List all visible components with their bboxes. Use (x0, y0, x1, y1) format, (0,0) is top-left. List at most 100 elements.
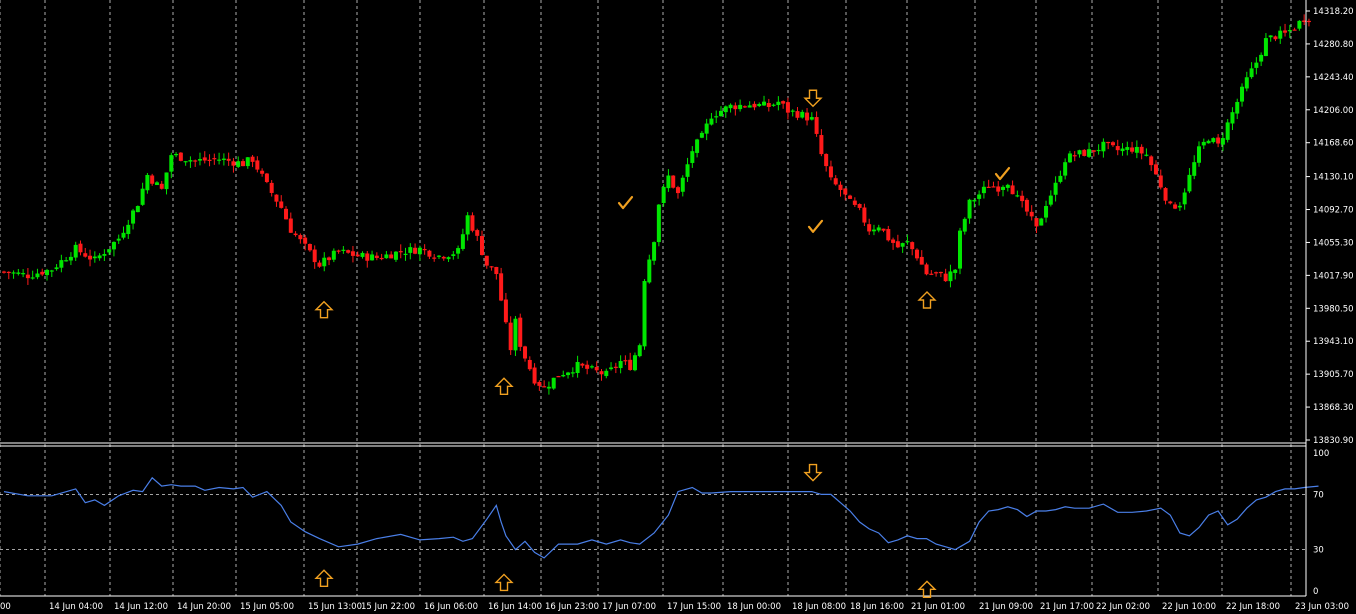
candle-up (102, 254, 107, 256)
candle-up (174, 153, 179, 156)
candle-down (226, 158, 231, 161)
candle-down (193, 160, 198, 162)
oscillator-tick-label: 100 (1313, 449, 1329, 459)
candle-down (934, 272, 939, 274)
candle-up (45, 269, 50, 276)
price-tick-label: 14280.80 (1313, 40, 1354, 50)
x-axis-label: 14 Jun 20:00 (177, 602, 231, 612)
candle-down (284, 208, 289, 220)
candle-up (747, 105, 752, 108)
candle-up (1211, 138, 1216, 143)
candle-up (972, 200, 977, 202)
price-tick-label: 14130.10 (1313, 173, 1354, 183)
candle-down (355, 254, 360, 257)
price-tick-label: 13830.90 (1313, 436, 1354, 446)
candle-down (1106, 141, 1111, 144)
candle-down (494, 266, 499, 275)
candle-down (891, 239, 896, 243)
candle-down (350, 251, 355, 256)
candle-down (207, 159, 212, 161)
x-axis-label: 15 Jun 05:00 (240, 602, 294, 612)
candle-down (867, 224, 872, 232)
candle-down (288, 218, 293, 233)
candle-up (962, 218, 967, 232)
candle-up (169, 155, 174, 172)
candle-down (374, 255, 379, 259)
candle-up (1230, 112, 1235, 124)
x-axis-label: 14 Jun 12:00 (114, 602, 168, 612)
candle-up (1120, 148, 1125, 152)
x-axis-label: 18 Jun 16:00 (850, 602, 904, 612)
candle-down (542, 386, 547, 388)
candle-down (1283, 30, 1288, 33)
candle-down (264, 173, 269, 183)
candle-down (432, 257, 437, 259)
candle-up (30, 277, 35, 279)
candle-up (370, 254, 375, 261)
candle-up (360, 252, 365, 257)
candle-up (393, 251, 398, 260)
price-tick-label: 14055.30 (1313, 238, 1354, 248)
candle-up (666, 175, 671, 189)
candle-down (1139, 146, 1144, 154)
candle-down (733, 105, 738, 110)
candle-down (1216, 137, 1221, 144)
candle-up (16, 272, 21, 274)
x-axis-label: 23 Jun 03:00 (1295, 602, 1349, 612)
x-axis-label: 14 Jun 04:00 (49, 602, 103, 612)
candle-up (197, 159, 202, 161)
candle-down (1024, 199, 1029, 212)
candle-up (1077, 150, 1082, 155)
x-axis-label: 16 Jun 14:00 (488, 602, 542, 612)
candle-down (269, 182, 274, 193)
candle-down (202, 157, 207, 161)
candle-down (6, 271, 11, 274)
oscillator-tick-label: 30 (1313, 546, 1324, 556)
price-tick-label: 14017.90 (1313, 271, 1354, 281)
candle-up (1287, 30, 1292, 32)
candle-down (40, 271, 45, 275)
candle-down (279, 201, 284, 208)
candle-down (159, 183, 164, 189)
candle-up (561, 374, 566, 377)
candle-down (298, 235, 303, 240)
candle-up (1297, 20, 1302, 29)
candle-up (456, 248, 461, 254)
candle-down (25, 274, 30, 279)
candle-down (929, 273, 934, 275)
candle-down (795, 111, 800, 118)
candle-up (73, 244, 78, 258)
candle-down (766, 103, 771, 107)
candle-up (876, 227, 881, 231)
candle-down (2, 271, 6, 273)
candle-down (480, 236, 484, 256)
candle-up (958, 230, 962, 269)
price-tick-label: 13868.30 (1313, 403, 1354, 413)
candle-up (757, 103, 762, 107)
candle-up (709, 118, 714, 125)
candle-up (771, 104, 776, 106)
candle-down (852, 200, 857, 205)
candle-up (116, 238, 121, 241)
candle-down (307, 244, 312, 251)
candle-up (1001, 186, 1006, 190)
candle-up (1067, 153, 1072, 163)
candle-up (800, 111, 805, 118)
candle-up (1039, 218, 1044, 226)
candle-up (1044, 205, 1049, 218)
candle-down (255, 160, 260, 170)
candle-down (580, 363, 585, 366)
candle-up (1240, 86, 1245, 102)
x-axis-label: 16 Jun 06:00 (424, 602, 478, 612)
candle-up (236, 161, 241, 167)
x-axis-label: 22 Jun 10:00 (1162, 602, 1216, 612)
candle-up (107, 249, 112, 253)
candle-up (126, 224, 131, 235)
candle-down (470, 215, 475, 231)
candle-up (92, 256, 97, 259)
candle-down (1029, 211, 1034, 217)
price-tick-label: 14168.60 (1313, 139, 1354, 149)
trading-chart[interactable]: 14318.20 14280.80 14243.40 14206.00 14168.60… (0, 0, 1356, 614)
candle-up (417, 247, 422, 255)
candle-up (1177, 205, 1182, 208)
